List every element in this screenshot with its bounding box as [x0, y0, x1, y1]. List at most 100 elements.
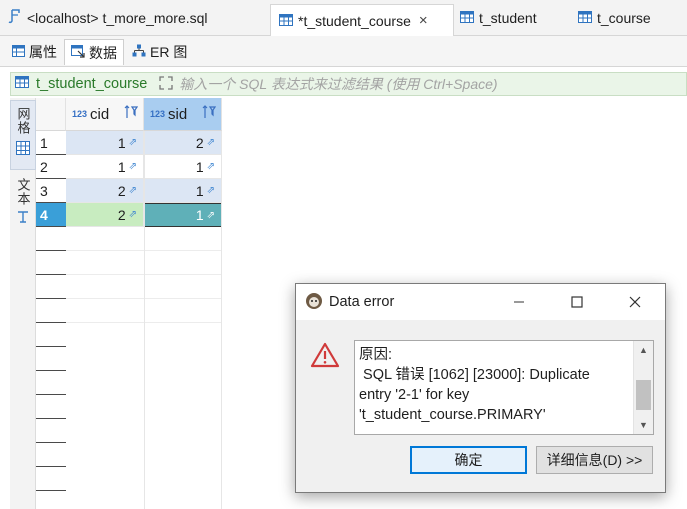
row-number[interactable]: 3 — [36, 179, 66, 203]
tab-er-diagram[interactable]: ER 图 — [126, 39, 193, 65]
sort-filter-icon[interactable] — [124, 105, 139, 122]
close-icon[interactable]: × — [419, 12, 428, 29]
filter-input[interactable]: 输入一个 SQL 表达式来过滤结果 (使用 Ctrl+Space) — [179, 74, 497, 94]
cell-value: 2 — [117, 182, 126, 199]
table-icon — [578, 10, 592, 26]
message-scrollbar[interactable]: ▲ ▼ — [633, 341, 653, 434]
empty-row — [36, 227, 66, 251]
numeric-type-icon: 123 — [150, 109, 166, 119]
link-icon[interactable]: ⇗ — [207, 161, 215, 172]
cell-value: 1 — [117, 134, 126, 151]
message-line: 't_student_course.PRIMARY' — [359, 407, 546, 423]
row-number[interactable]: 1 — [36, 131, 66, 155]
tab-sql-script[interactable]: <localhost> t_more_more.sql — [0, 4, 268, 32]
scrollbar-thumb[interactable] — [636, 380, 651, 410]
ok-button[interactable]: 确定 — [410, 446, 527, 474]
presentation-switcher: 网格 文本 — [10, 98, 36, 509]
header-filler — [222, 98, 687, 131]
tab-label: 属性 — [29, 44, 57, 60]
text-view-label: 文本 — [15, 178, 31, 206]
tab-label: ER 图 — [150, 44, 188, 60]
empty-row — [36, 395, 66, 419]
close-icon[interactable] — [623, 290, 647, 314]
scroll-up-icon[interactable]: ▲ — [634, 345, 653, 355]
column-header-sid[interactable]: 123 sid — [144, 98, 222, 131]
empty-row — [36, 467, 66, 491]
table-cell-new[interactable]: 2 ⇗ — [66, 203, 144, 227]
table-cell[interactable]: 1 ⇗ — [66, 155, 144, 179]
link-icon[interactable]: ⇗ — [207, 210, 215, 221]
tab-t-student-course[interactable]: *t_student_course × — [270, 4, 454, 36]
link-icon[interactable]: ⇗ — [129, 137, 137, 148]
link-icon[interactable]: ⇗ — [207, 185, 215, 196]
text-view-button[interactable]: 文本 — [10, 176, 36, 240]
cell-value: 1 — [117, 158, 126, 175]
link-icon[interactable]: ⇗ — [129, 209, 137, 220]
tab-data[interactable]: 数据 — [64, 39, 124, 65]
table-icon — [15, 76, 33, 92]
tab-t-course[interactable]: t_course — [570, 4, 687, 32]
tab-t-student[interactable]: t_student — [452, 4, 570, 32]
maximize-icon[interactable] — [565, 290, 589, 314]
cell-value: 1 — [195, 182, 204, 199]
table-cell[interactable]: 2 ⇗ — [144, 131, 222, 155]
column-header-cid[interactable]: 123 cid — [66, 98, 144, 131]
data-icon — [71, 44, 85, 61]
dbeaver-window: <localhost> t_more_more.sql *t_student_c… — [0, 0, 687, 509]
link-icon[interactable]: ⇗ — [129, 161, 137, 172]
table-cell[interactable]: 2 ⇗ — [66, 179, 144, 203]
empty-row — [36, 299, 66, 323]
link-icon[interactable]: ⇗ — [207, 137, 215, 148]
tab-label: <localhost> t_more_more.sql — [27, 10, 208, 26]
table-cell[interactable]: 1 ⇗ — [66, 131, 144, 155]
grid-line — [221, 131, 222, 509]
tab-label: t_course — [597, 10, 651, 26]
message-line: 原因: — [359, 347, 393, 363]
grid-view-button[interactable]: 网格 — [10, 100, 36, 170]
error-message-text: 原因: SQL 错误 [1062] [23000]: Duplicate ent… — [359, 345, 631, 425]
cell-value: 2 — [117, 206, 126, 223]
er-diagram-icon — [132, 44, 146, 60]
minimize-icon[interactable] — [507, 290, 531, 314]
empty-row — [36, 443, 66, 467]
sql-script-icon — [8, 9, 22, 27]
message-line: SQL 错误 [1062] [23000]: Duplicate — [359, 367, 590, 383]
grid-icon — [16, 141, 30, 158]
numeric-type-icon: 123 — [72, 109, 88, 119]
empty-row — [36, 371, 66, 395]
cell-value: 1 — [195, 158, 204, 175]
sort-filter-icon[interactable] — [202, 105, 217, 122]
dialog-title: Data error — [329, 294, 395, 310]
cell-value: 2 — [195, 134, 204, 151]
editor-subtab-bar: 属性 数据 ER 图 — [0, 36, 687, 67]
table-cell[interactable]: 1 ⇗ — [144, 179, 222, 203]
empty-row — [36, 323, 66, 347]
table-icon — [460, 10, 474, 26]
expand-filter-icon[interactable] — [159, 75, 173, 93]
link-icon[interactable]: ⇗ — [129, 185, 137, 196]
editor-tab-bar: <localhost> t_more_more.sql *t_student_c… — [0, 0, 687, 36]
tab-properties[interactable]: 属性 — [6, 39, 63, 65]
cell-value: 1 — [195, 207, 204, 223]
warning-icon — [310, 342, 340, 371]
text-view-icon — [17, 210, 29, 227]
error-message-box[interactable]: 原因: SQL 错误 [1062] [23000]: Duplicate ent… — [354, 340, 654, 435]
row-number-current[interactable]: 4 — [36, 203, 66, 227]
row-number[interactable]: 2 — [36, 155, 66, 179]
tab-label: t_student — [479, 10, 537, 26]
filter-table-name: t_student_course — [15, 76, 147, 92]
tab-label: *t_student_course — [298, 12, 411, 29]
table-cell[interactable]: 1 ⇗ — [144, 155, 222, 179]
table-name-label: t_student_course — [36, 76, 148, 92]
empty-row — [36, 491, 66, 509]
dbeaver-app-icon — [305, 292, 323, 313]
details-button[interactable]: 详细信息(D) >> — [536, 446, 653, 474]
empty-row — [36, 347, 66, 371]
dialog-title-bar[interactable]: Data error — [296, 284, 665, 320]
scroll-down-icon[interactable]: ▼ — [634, 420, 653, 430]
table-cell-selected[interactable]: 1 ⇗ — [144, 203, 222, 227]
message-line: entry '2-1' for key — [359, 387, 470, 403]
empty-row — [36, 419, 66, 443]
grid-line — [144, 131, 145, 509]
data-error-dialog: Data error 原因: SQL 错误 [1062] [23000]: Du… — [295, 283, 666, 493]
